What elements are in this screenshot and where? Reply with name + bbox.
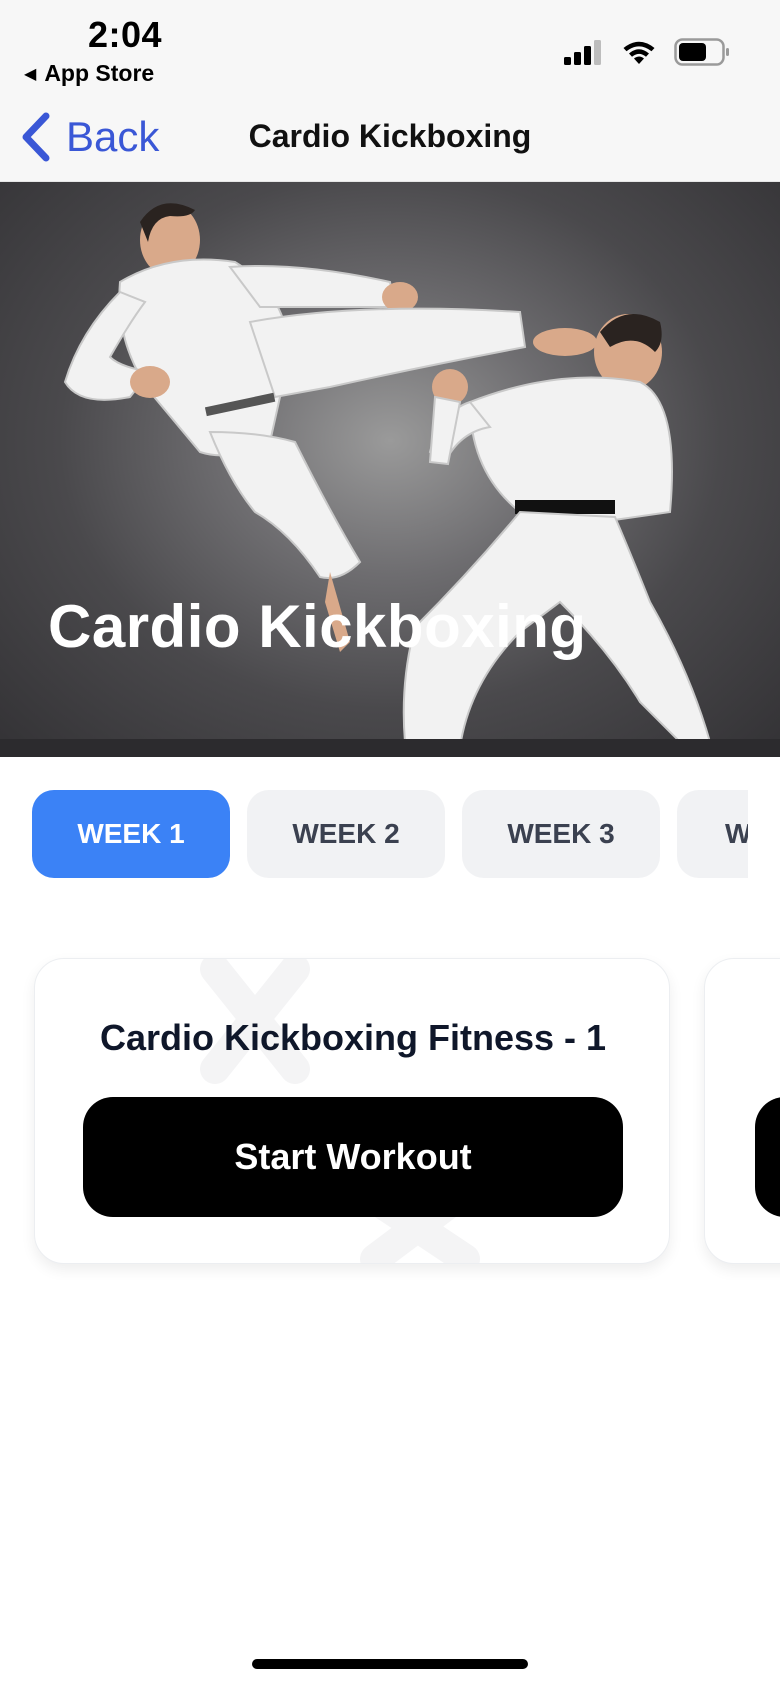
week-tabs: WEEK 1 WEEK 2 WEEK 3 W bbox=[32, 790, 748, 878]
cellular-signal-icon bbox=[564, 40, 601, 65]
back-to-app-store[interactable]: ◀ App Store bbox=[24, 60, 154, 87]
status-time: 2:04 bbox=[88, 14, 163, 55]
workout-carousel: Cardio Kickboxing Fitness - 1 Start Work… bbox=[0, 940, 780, 1280]
tab-week-4[interactable]: W bbox=[677, 790, 748, 878]
hero-banner: Cardio Kickboxing bbox=[0, 182, 780, 757]
page-title: Cardio Kickboxing bbox=[248, 118, 532, 154]
back-to-app-label: App Store bbox=[44, 60, 155, 86]
battery-icon bbox=[674, 38, 729, 66]
hero-title: Cardio Kickboxing bbox=[48, 593, 587, 660]
status-bar: 2:04 ◀ App Store bbox=[0, 0, 780, 96]
workout-card: Cardio Kickboxing Fitness - 1 Start Work… bbox=[34, 958, 670, 1264]
workout-card-next[interactable] bbox=[704, 958, 780, 1264]
screen: 2:04 ◀ App Store Back Cardio Kickboxing … bbox=[0, 0, 780, 1688]
karate-kick-photo bbox=[63, 203, 712, 754]
workout-title: Cardio Kickboxing Fitness - 1 bbox=[99, 1017, 607, 1058]
home-indicator[interactable] bbox=[252, 1659, 528, 1669]
tab-week-1[interactable]: WEEK 1 bbox=[32, 790, 230, 878]
status-icons bbox=[564, 38, 730, 66]
tab-week-2[interactable]: WEEK 2 bbox=[247, 790, 445, 878]
wifi-icon bbox=[623, 41, 655, 64]
start-workout-button-next[interactable] bbox=[755, 1097, 780, 1217]
nav-bar: Back Cardio Kickboxing bbox=[0, 96, 780, 182]
start-workout-button[interactable]: Start Workout bbox=[83, 1097, 623, 1217]
back-triangle-icon: ◀ bbox=[24, 65, 37, 83]
tab-week-3[interactable]: WEEK 3 bbox=[462, 790, 660, 878]
hero-floor bbox=[0, 739, 780, 757]
